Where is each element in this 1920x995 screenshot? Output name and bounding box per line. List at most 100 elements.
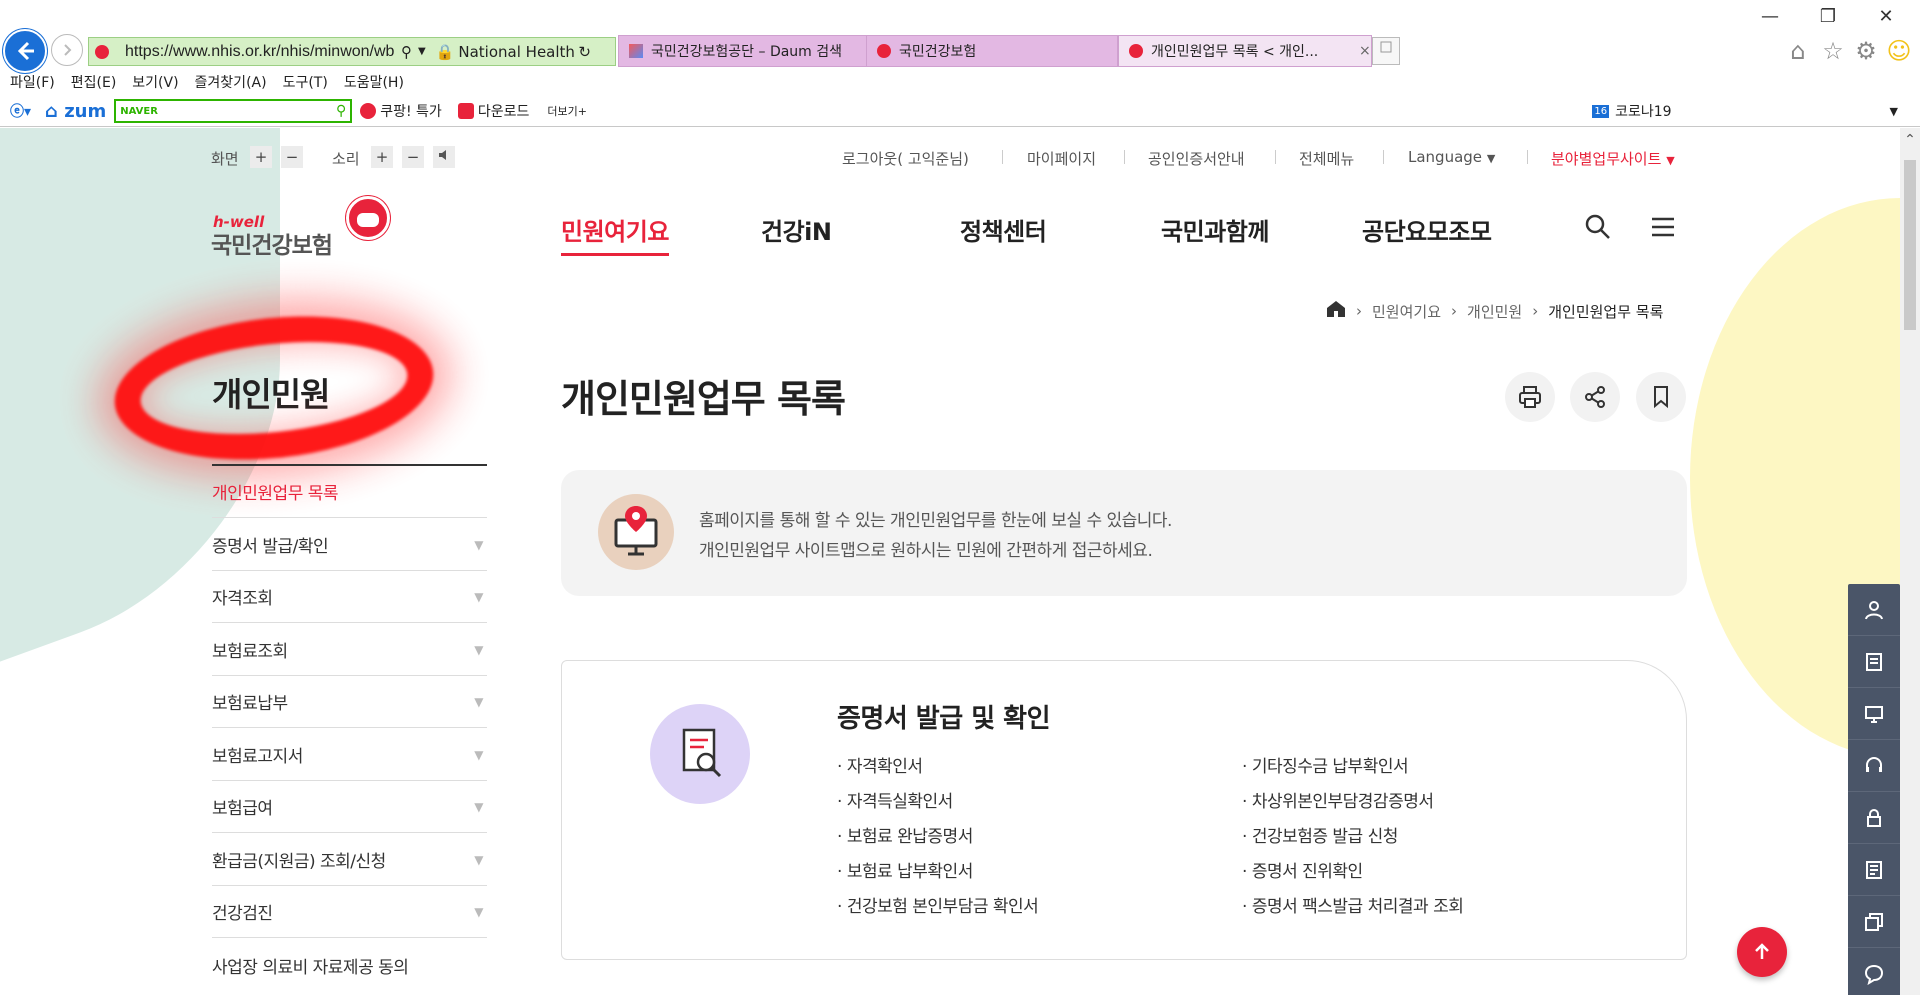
intro-line-2: 개인민원업무 사이트맵으로 원하시는 민원에 간편하게 접근하세요. [699, 541, 1153, 561]
logout-link[interactable]: 로그아웃( 고익준님) [842, 148, 969, 169]
lnb-item-checkup[interactable]: 건강검진 ▼ [212, 886, 487, 938]
screen-zoom-out-button[interactable]: − [281, 146, 303, 168]
speaker-icon[interactable] [433, 146, 455, 168]
card-link[interactable]: · 보험료 완납증명서 [837, 822, 973, 847]
menu-edit[interactable]: 편집(E) [71, 72, 117, 94]
list-document-icon[interactable] [1848, 844, 1900, 896]
site-favicon-icon [95, 44, 109, 59]
naver-search-box[interactable]: NAVER ⚲ [114, 99, 353, 123]
scroll-up-arrow-icon[interactable]: ⌃ [1902, 132, 1918, 148]
bookmark-button[interactable] [1636, 372, 1686, 422]
corona-link[interactable]: 16 코로나19 [1592, 101, 1672, 121]
menu-view[interactable]: 보기(V) [132, 72, 178, 94]
lnb-item-eligibility[interactable]: 자격조회 ▼ [212, 571, 487, 623]
hamburger-menu-icon[interactable] [1648, 212, 1678, 242]
menu-tools[interactable]: 도구(T) [283, 72, 328, 94]
lnb-item-benefits[interactable]: 보험급여 ▼ [212, 781, 487, 833]
gnb-with-people[interactable]: 국민과함께 [1161, 212, 1269, 247]
address-bar[interactable]: https://www.nhis.or.kr/nhis/minwon/wb ⚲ … [88, 37, 616, 66]
more-link[interactable]: 더보기+ [547, 103, 587, 119]
lnb-item-workplace-consent[interactable]: 사업장 의료비 자료제공 동의 [212, 939, 487, 991]
lnb-item-premium-bill[interactable]: 보험료고지서 ▼ [212, 729, 487, 781]
favorites-bar: ⓔ▾ ⌂ zum NAVER ⚲ 쿠팡! 특가 다운로드 더보기+ 16 코로나… [10, 99, 1910, 123]
monitor-icon[interactable] [1848, 688, 1900, 740]
restore-button[interactable]: ❐ [1810, 4, 1846, 30]
gnb-minwon[interactable]: 민원여기요 [561, 212, 669, 256]
headset-icon[interactable] [1848, 740, 1900, 792]
card-link[interactable]: · 건강보험증 발급 신청 [1242, 822, 1398, 847]
close-window-button[interactable]: ✕ [1868, 4, 1904, 30]
card-link[interactable]: · 증명서 팩스발급 처리결과 조회 [1242, 892, 1464, 917]
document-print-icon[interactable] [1848, 636, 1900, 688]
chevron-down-icon[interactable]: ▼ [1890, 105, 1898, 118]
card-link[interactable]: · 자격득실확인서 [837, 787, 953, 812]
search-icon[interactable] [1583, 212, 1613, 242]
lnb-item-certificates[interactable]: 증명서 발급/확인 ▼ [212, 519, 487, 571]
card-link[interactable]: · 보험료 납부확인서 [837, 857, 973, 882]
all-menu-link[interactable]: 전체메뉴 [1299, 148, 1354, 169]
settings-gear-icon[interactable]: ⚙ [1851, 36, 1881, 66]
download-link[interactable]: 다운로드 [457, 101, 529, 121]
copy-icon[interactable] [1848, 896, 1900, 948]
favorites-star-icon[interactable]: ☆ [1818, 36, 1848, 66]
ie-icon[interactable]: ⓔ▾ [10, 101, 31, 121]
lnb-item-list[interactable]: 개인민원업무 목록 [212, 466, 487, 518]
cert-guide-link[interactable]: 공인인증서안내 [1148, 148, 1245, 169]
site-identity[interactable]: National Health... [458, 43, 576, 61]
gnb-health-in[interactable]: 건강iN [761, 212, 832, 247]
back-button[interactable] [3, 29, 47, 73]
screen-zoom-in-button[interactable]: + [250, 146, 272, 168]
chevron-down-icon: ▼ [474, 537, 483, 552]
lnb-item-refund[interactable]: 환급금(지원금) 조회/신청 ▼ [212, 834, 487, 886]
menu-help[interactable]: 도움말(H) [344, 72, 404, 94]
menu-file[interactable]: 파일(F) [10, 72, 55, 94]
card-link[interactable]: · 자격확인서 [837, 752, 923, 777]
scroll-to-top-button[interactable] [1737, 927, 1787, 977]
card-link[interactable]: · 건강보험 본인부담금 확인서 [837, 892, 1039, 917]
gnb-policy-center[interactable]: 정책센터 [960, 212, 1047, 247]
user-icon[interactable] [1848, 584, 1900, 636]
zum-link[interactable]: ⌂ zum [45, 101, 106, 122]
language-select[interactable]: Language ▼ [1408, 148, 1495, 166]
sound-up-button[interactable]: + [371, 146, 393, 168]
tab-active[interactable]: 개인민원업무 목록 < 개인... × [1118, 35, 1372, 67]
tab-close-button[interactable]: × [1359, 43, 1371, 59]
card-link[interactable]: · 기타징수금 납부확인서 [1242, 752, 1409, 777]
tab-daum-search[interactable]: 국민건강보험공단 – Daum 검색 [618, 35, 870, 67]
dropdown-icon[interactable]: ▼ [418, 46, 426, 57]
share-button[interactable] [1570, 372, 1620, 422]
home-icon[interactable]: ⌂ [1783, 36, 1813, 66]
vertical-scrollbar[interactable]: ⌃ [1900, 128, 1920, 995]
menu-favorites[interactable]: 즐겨찾기(A) [195, 72, 267, 94]
coupang-label: 쿠팡! 특가 [380, 104, 442, 120]
url-text[interactable]: https://www.nhis.or.kr/nhis/minwon/wb [125, 43, 395, 61]
logo-text[interactable]: 국민건강보험 [211, 226, 333, 260]
search-icon[interactable]: ⚲ [336, 103, 346, 119]
printer-icon [1519, 386, 1541, 408]
new-tab-button[interactable] [1372, 37, 1400, 65]
tab-nhis[interactable]: 국민건강보험 [866, 35, 1118, 67]
breadcrumb-item[interactable]: 민원여기요 [1372, 301, 1441, 322]
lnb-item-premium-payment[interactable]: 보험료납부 ▼ [212, 676, 487, 728]
coupang-link[interactable]: 쿠팡! 특가 [360, 101, 442, 121]
search-icon[interactable]: ⚲ [401, 43, 412, 61]
smiley-feedback-icon[interactable]: ☺ [1884, 36, 1914, 66]
lock-icon[interactable] [1848, 792, 1900, 844]
breadcrumb-item[interactable]: 개인민원 [1467, 301, 1522, 322]
chat-icon[interactable] [1848, 948, 1900, 995]
scrollbar-thumb[interactable] [1904, 160, 1916, 330]
refresh-icon[interactable]: ↻ [578, 43, 591, 61]
minimize-button[interactable]: — [1752, 4, 1788, 30]
mypage-link[interactable]: 마이페이지 [1027, 148, 1096, 169]
lnb-item-premium-inquiry[interactable]: 보험료조회 ▼ [212, 624, 487, 676]
print-button[interactable] [1505, 372, 1555, 422]
field-sites-select[interactable]: 분야별업무사이트 ▼ [1551, 148, 1675, 169]
card-link[interactable]: · 차상위본인부담경감증명서 [1242, 787, 1434, 812]
card-link[interactable]: · 증명서 진위확인 [1242, 857, 1363, 882]
intro-line-1: 홈페이지를 통해 할 수 있는 개인민원업무를 한눈에 보실 수 있습니다. [699, 511, 1172, 531]
sound-down-button[interactable]: − [402, 146, 424, 168]
gnb-about-nhis[interactable]: 공단요모조모 [1362, 212, 1492, 247]
home-icon[interactable] [1326, 300, 1346, 322]
nhis-favicon-icon [1129, 44, 1143, 58]
forward-button[interactable] [51, 34, 83, 66]
